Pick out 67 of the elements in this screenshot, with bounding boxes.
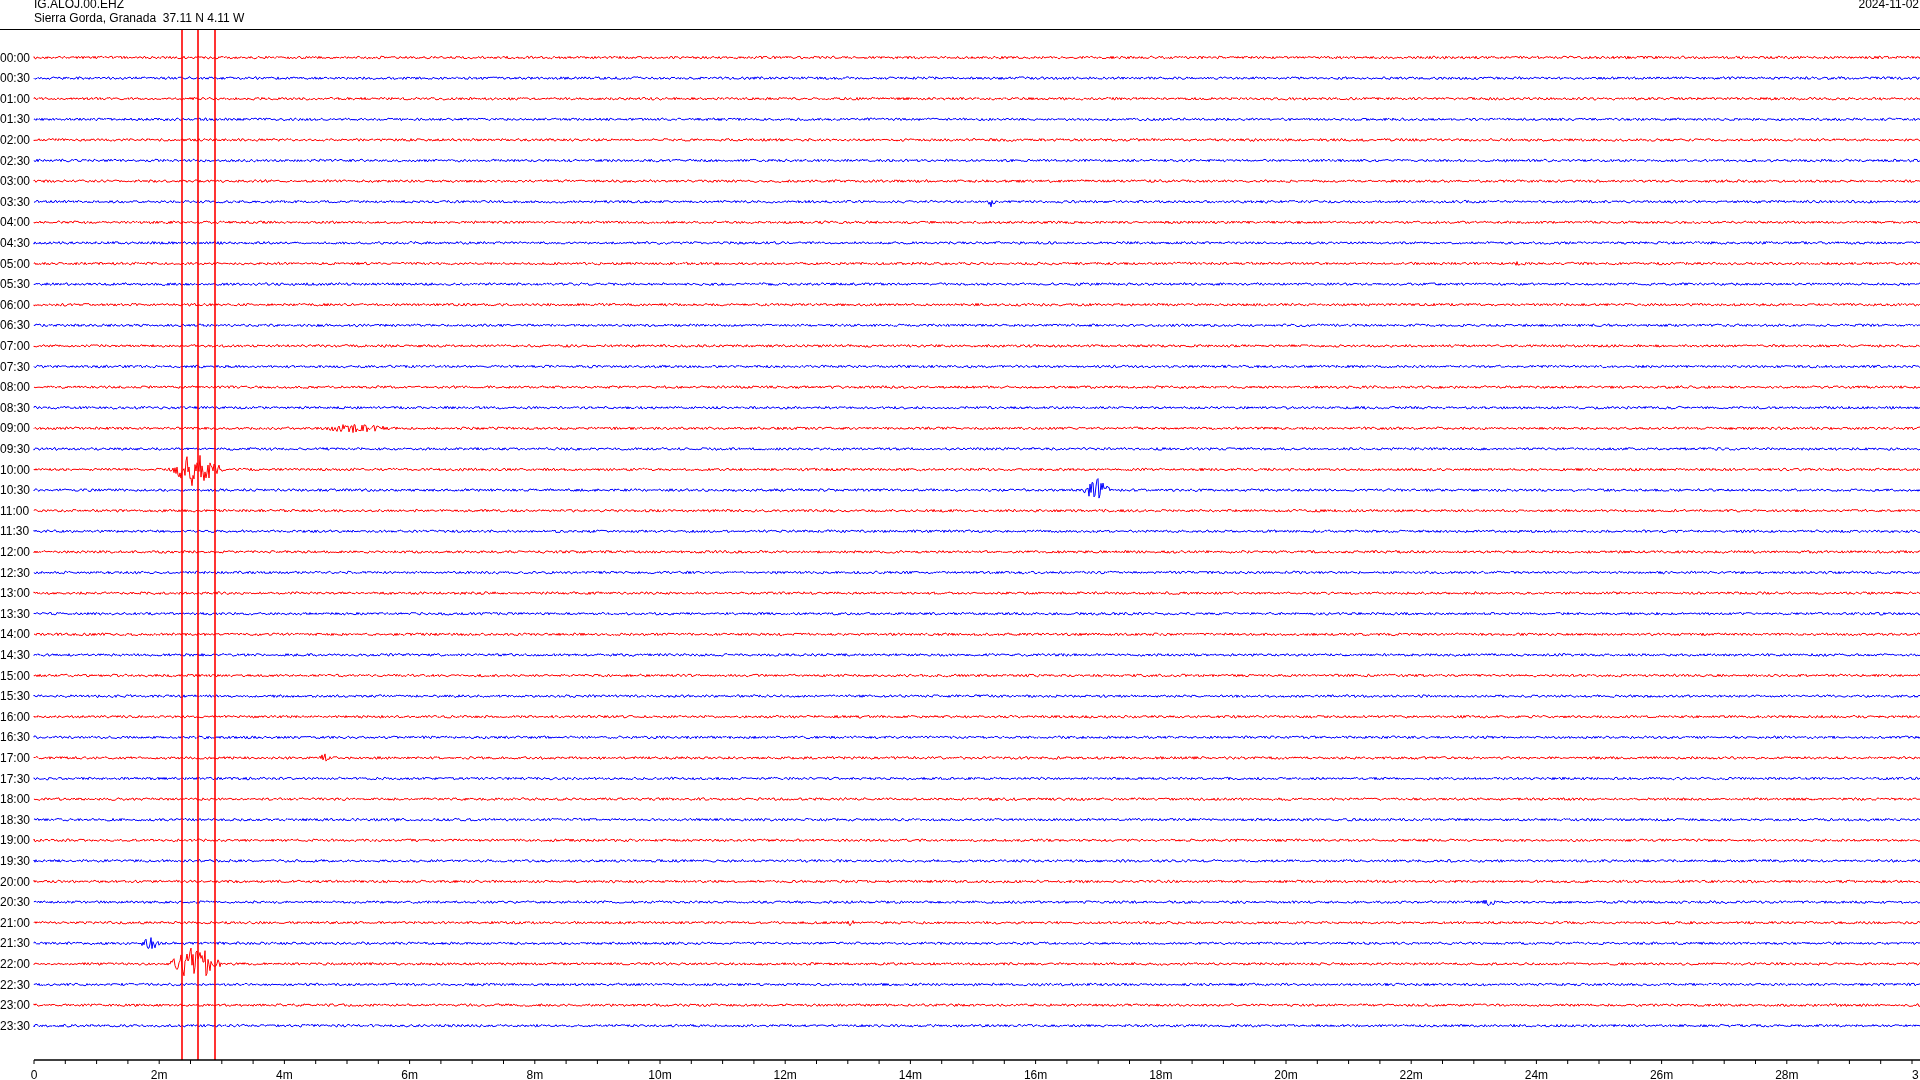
time-label: 02:00 bbox=[0, 132, 31, 147]
time-label: 08:30 bbox=[0, 400, 31, 415]
time-label: 01:00 bbox=[0, 91, 31, 106]
time-label: 17:00 bbox=[0, 750, 31, 765]
time-label: 10:30 bbox=[0, 483, 31, 498]
time-label: 17:30 bbox=[0, 771, 31, 786]
time-label: 22:00 bbox=[0, 956, 31, 971]
time-label: 00:00 bbox=[0, 50, 31, 65]
axis-tick-label: 10m bbox=[648, 1068, 672, 1080]
time-label: 12:00 bbox=[0, 544, 31, 559]
axis-tick-label: 12m bbox=[773, 1068, 797, 1080]
time-label: 02:30 bbox=[0, 153, 31, 168]
time-label: 06:00 bbox=[0, 297, 31, 312]
time-label: 09:00 bbox=[0, 421, 31, 436]
time-label: 10:00 bbox=[0, 462, 31, 477]
axis-tick-label: 22m bbox=[1399, 1068, 1423, 1080]
axis-tick-label: 2m bbox=[150, 1068, 168, 1080]
axis-tick-label: 28m bbox=[1775, 1068, 1799, 1080]
station-location: Sierra Gorda, Granada 37.11 N 4.11 W bbox=[34, 11, 245, 25]
time-label: 19:30 bbox=[0, 853, 31, 868]
axis-tick-label: 18m bbox=[1149, 1068, 1173, 1080]
time-label: 13:00 bbox=[0, 586, 31, 601]
time-label: 11:30 bbox=[0, 524, 30, 539]
time-label: 16:00 bbox=[0, 709, 31, 724]
time-label: 13:30 bbox=[0, 606, 31, 621]
time-label: 05:00 bbox=[0, 256, 31, 271]
time-label: 23:00 bbox=[0, 998, 31, 1013]
time-label: 11:00 bbox=[0, 503, 30, 518]
axis-tick-label: 24m bbox=[1524, 1068, 1549, 1080]
time-label: 03:30 bbox=[0, 194, 31, 209]
time-label: 05:30 bbox=[0, 277, 31, 292]
time-label: 03:00 bbox=[0, 174, 31, 189]
time-label: 20:00 bbox=[0, 874, 31, 889]
time-label: 21:00 bbox=[0, 915, 31, 930]
time-label: 14:00 bbox=[0, 627, 31, 642]
axis-tick-label: 3 bbox=[1912, 1068, 1919, 1080]
time-label: 01:30 bbox=[0, 112, 31, 127]
time-label: 20:30 bbox=[0, 895, 31, 910]
axis-tick-label: 8m bbox=[526, 1068, 544, 1080]
time-label: 19:00 bbox=[0, 833, 31, 848]
axis-tick-label: 4m bbox=[276, 1068, 293, 1080]
time-label: 15:00 bbox=[0, 668, 31, 683]
time-label: 09:30 bbox=[0, 441, 31, 456]
station-code: IG.ALOJ.00.EHZ bbox=[34, 0, 126, 11]
time-label: 07:30 bbox=[0, 359, 31, 374]
axis-tick-label: 14m bbox=[898, 1068, 923, 1080]
time-label: 00:30 bbox=[0, 71, 31, 86]
time-label: 22:30 bbox=[0, 977, 31, 992]
time-label: 23:30 bbox=[0, 1018, 31, 1033]
time-label: 06:30 bbox=[0, 318, 31, 333]
axis-tick-label: 26m bbox=[1649, 1068, 1674, 1080]
time-label: 16:30 bbox=[0, 730, 31, 745]
axis-tick-label: 6m bbox=[401, 1068, 418, 1080]
date-label: 2024-11-02 bbox=[1858, 0, 1920, 13]
time-label: 15:30 bbox=[0, 689, 31, 704]
axis-tick-label: 20m bbox=[1274, 1068, 1298, 1080]
axis-tick-label: 0 bbox=[30, 1068, 38, 1080]
time-label: 18:30 bbox=[0, 812, 31, 827]
axis-tick-label: 16m bbox=[1023, 1068, 1048, 1080]
time-label: 12:30 bbox=[0, 565, 31, 580]
time-label: 21:30 bbox=[0, 936, 31, 951]
time-label: 18:00 bbox=[0, 792, 31, 807]
time-label: 04:00 bbox=[0, 215, 31, 230]
time-label: 14:30 bbox=[0, 647, 31, 662]
time-label: 08:00 bbox=[0, 380, 31, 395]
time-label: 07:00 bbox=[0, 338, 31, 353]
time-label: 04:30 bbox=[0, 235, 31, 250]
